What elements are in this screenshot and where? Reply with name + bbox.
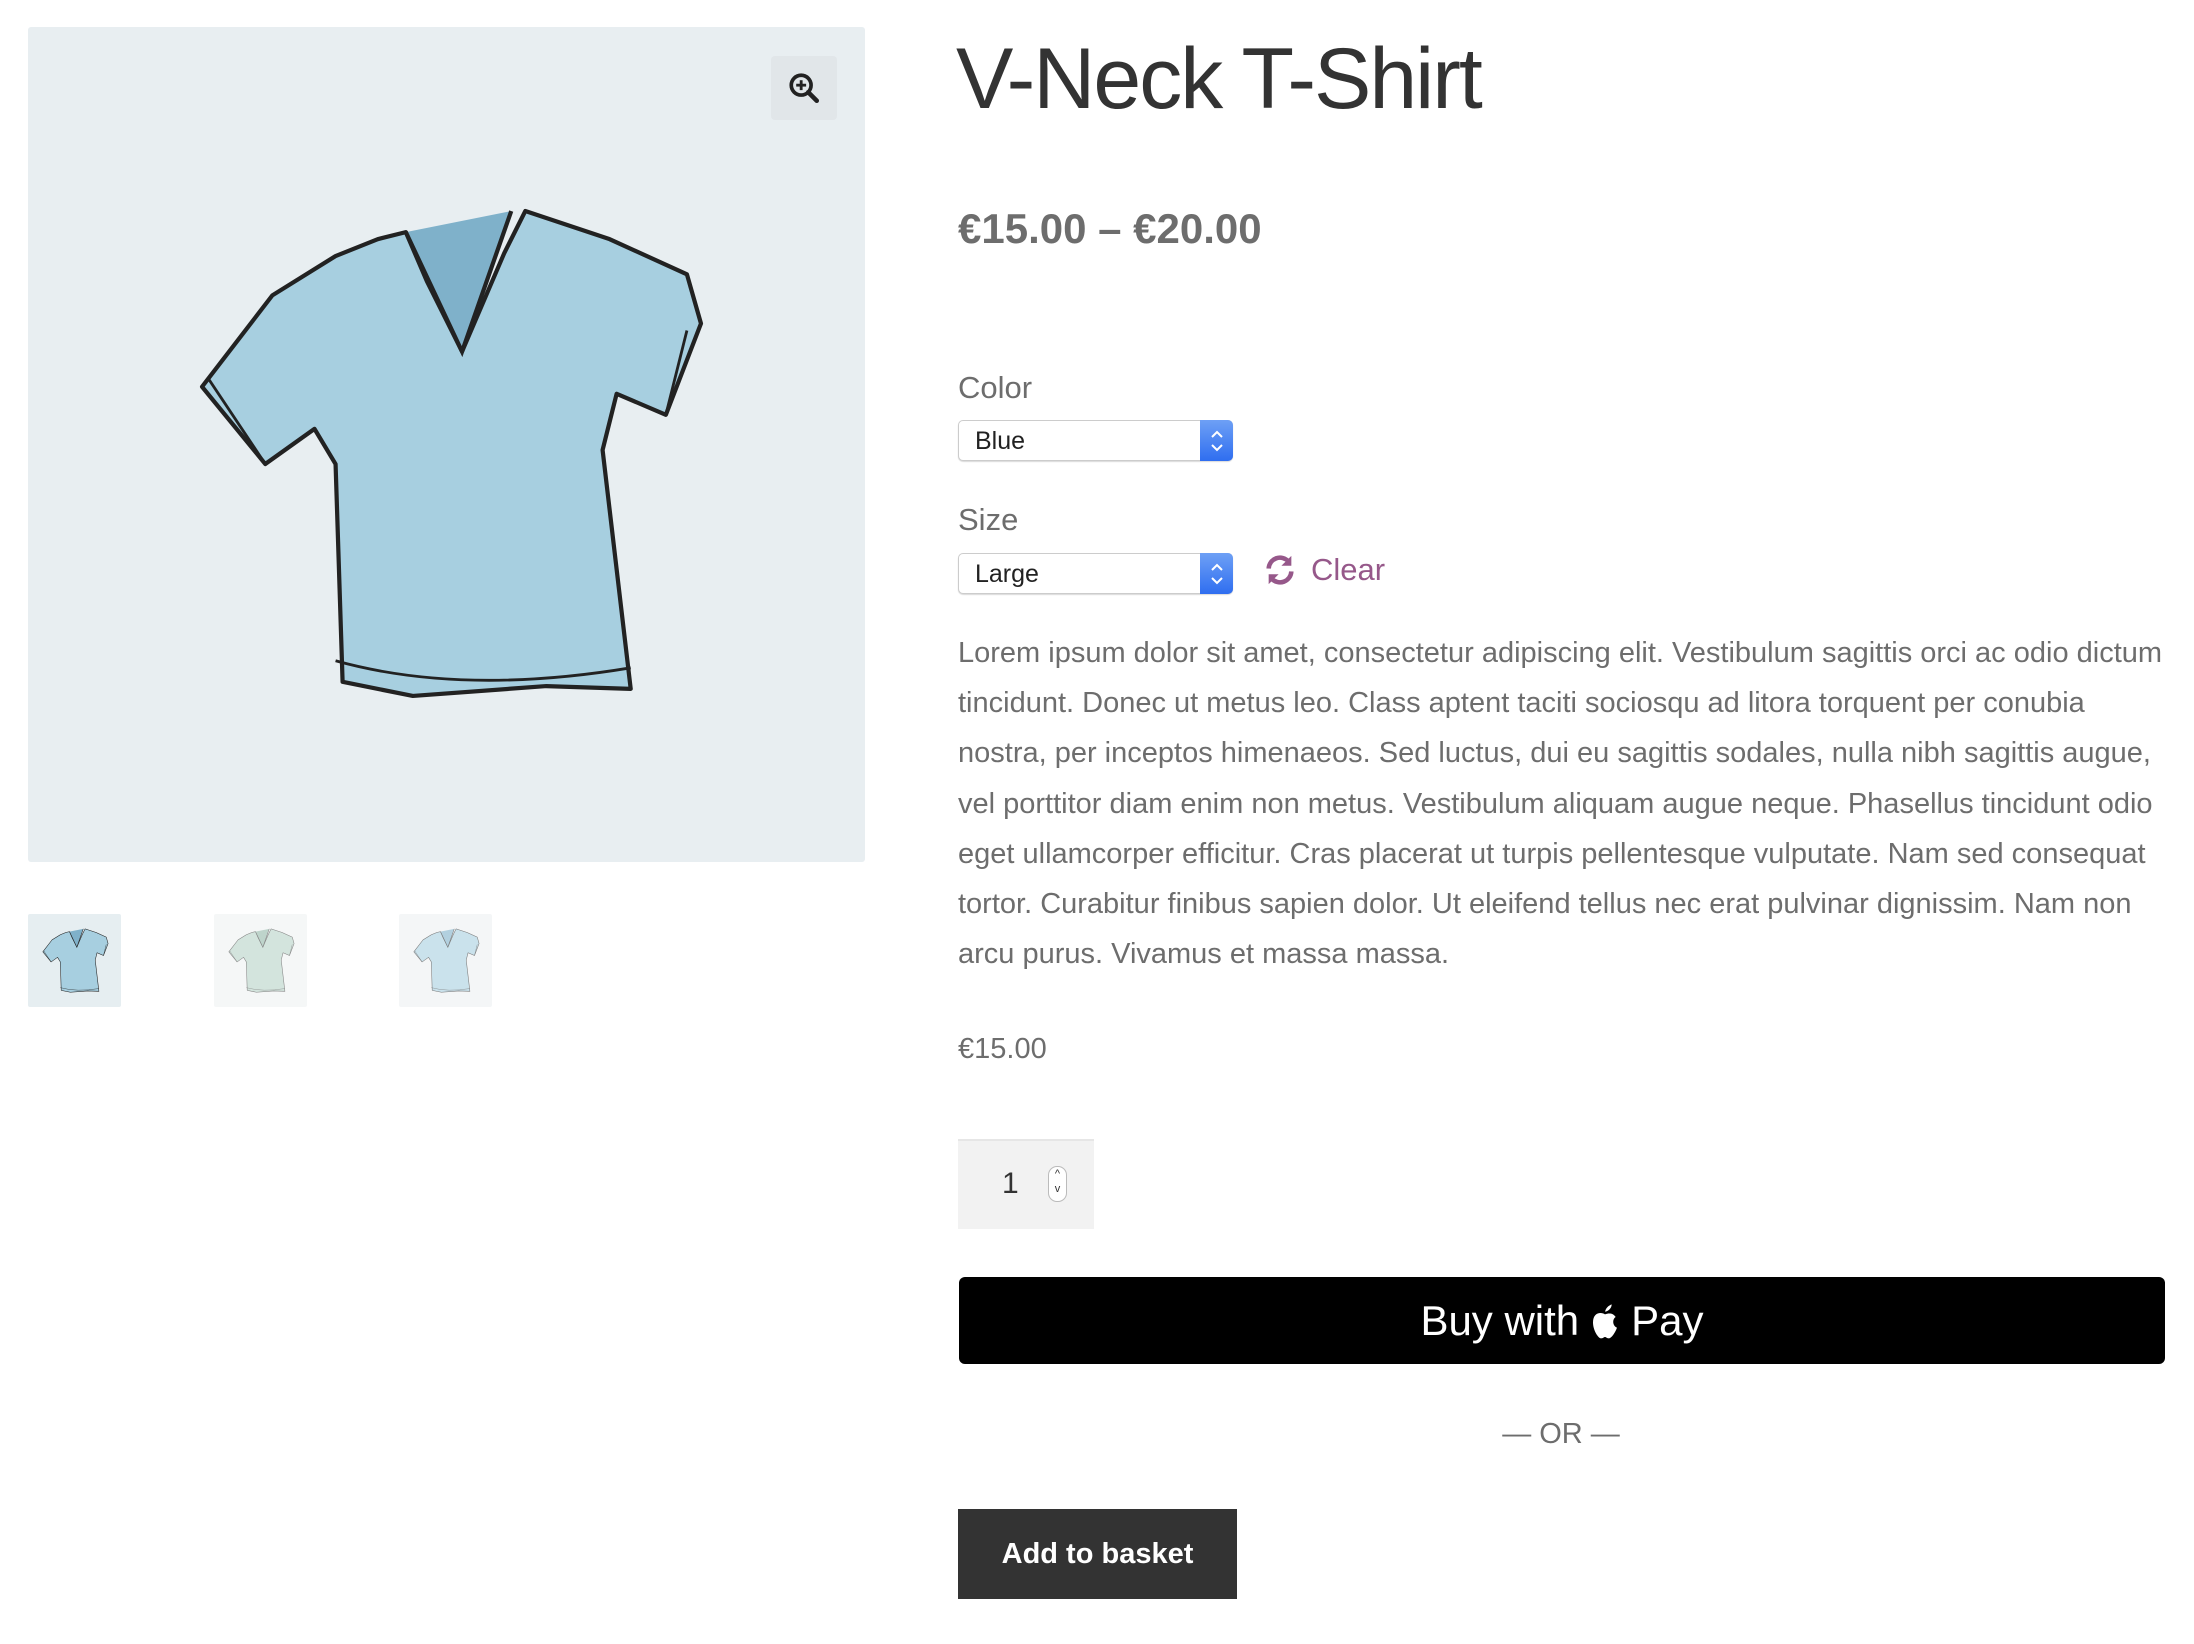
thumbnail-blue[interactable]: [28, 914, 121, 1007]
select-arrows-icon: [1200, 420, 1233, 461]
magnifier-plus-icon: [789, 73, 820, 104]
color-label: Color: [958, 370, 1033, 405]
variation-price: €15.00: [958, 1033, 1047, 1065]
apple-pay-button[interactable]: Buy with Pay: [959, 1277, 2165, 1364]
product-title: V-Neck T-Shirt: [956, 31, 1483, 127]
product-main-image[interactable]: [28, 27, 865, 862]
thumbnail-light-blue[interactable]: [399, 914, 492, 1007]
or-separator: — OR —: [1502, 1418, 1620, 1450]
size-label: Size: [958, 502, 1019, 537]
select-arrows-icon: [1200, 553, 1233, 594]
clear-label: Clear: [1311, 552, 1386, 587]
tshirt-thumbnail: [228, 928, 294, 993]
product-description: Lorem ipsum dolor sit amet, consectetur …: [958, 637, 2163, 971]
size-select[interactable]: Large: [958, 553, 1233, 594]
tshirt-thumbnail: [413, 928, 479, 993]
refresh-icon: [1266, 555, 1294, 585]
thumbnail-green[interactable]: [214, 914, 307, 1007]
quantity-input[interactable]: 1 ^ v: [958, 1139, 1094, 1229]
color-select[interactable]: Blue: [958, 420, 1233, 461]
quantity-value: 1: [1002, 1167, 1019, 1200]
quantity-stepper[interactable]: ^ v: [1048, 1166, 1067, 1202]
tshirt-thumbnail: [42, 928, 108, 993]
price-range: €15.00 – €20.00: [958, 205, 1262, 252]
tshirt-image: [178, 197, 718, 717]
add-to-basket-button[interactable]: Add to basket: [958, 1509, 1237, 1599]
size-select-value: Large: [975, 560, 1039, 588]
apple-logo-icon: [1593, 1303, 1618, 1338]
apple-pay-suffix: Pay: [1631, 1296, 1704, 1344]
clear-selection-link[interactable]: Clear: [1263, 552, 1385, 588]
apple-pay-prefix: Buy with: [1420, 1296, 1580, 1344]
color-select-value: Blue: [975, 427, 1026, 455]
zoom-button[interactable]: [771, 56, 837, 120]
